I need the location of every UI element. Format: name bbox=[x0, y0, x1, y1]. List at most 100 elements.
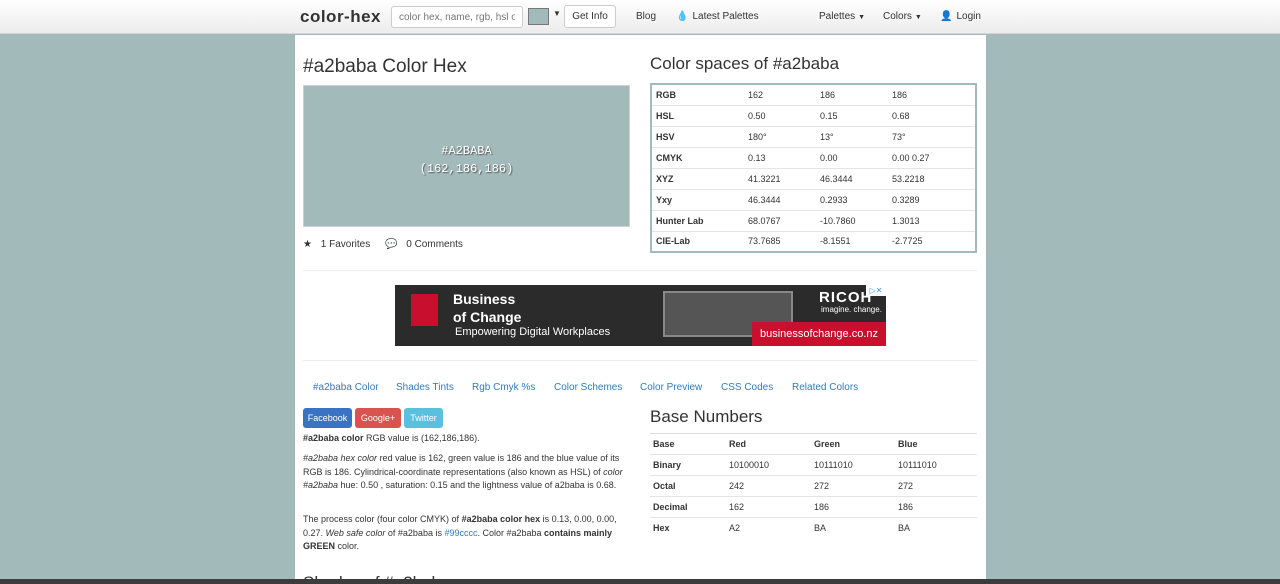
color-spaces-title: Color spaces of #a2baba bbox=[650, 54, 840, 73]
color-space-row: Hunter Lab 68.0767 -10.7860 1.3013 bbox=[651, 209, 976, 231]
col-header-red: Red bbox=[726, 433, 811, 455]
caret-down-icon: ▼ bbox=[858, 14, 866, 21]
color-space-row: RGB 162 186 186 bbox=[651, 84, 976, 105]
base-value-red: A2 bbox=[726, 517, 811, 539]
color-space-value: 73° bbox=[888, 125, 976, 147]
color-space-value: 0.15 bbox=[816, 104, 888, 126]
nav-blog[interactable]: Blog bbox=[636, 11, 656, 22]
base-value-blue: 10111010 bbox=[895, 454, 977, 476]
search-input[interactable] bbox=[391, 6, 523, 28]
swatch-rgb-label: (162,186,186) bbox=[419, 162, 514, 176]
color-space-value: 0.68 bbox=[888, 104, 976, 126]
base-number-row: Binary 10100010 10111010 10111010 bbox=[650, 454, 977, 476]
websafe-color-link[interactable]: #99cccc bbox=[444, 528, 477, 538]
tab-color[interactable]: #a2baba Color bbox=[313, 382, 379, 393]
color-space-value: 46.3444 bbox=[744, 188, 816, 210]
caret-down-icon: ▼ bbox=[914, 14, 922, 21]
color-space-value: 0.00 bbox=[816, 146, 888, 168]
nav-latest-label: Latest Palettes bbox=[692, 11, 759, 22]
nav-login-label: Login bbox=[956, 11, 981, 22]
color-space-value: 0.50 bbox=[744, 104, 816, 126]
desc-cmyk-text-5: color. bbox=[335, 541, 360, 551]
color-space-label: HSV bbox=[651, 125, 744, 147]
ad-headline-2: of Change bbox=[453, 309, 522, 325]
tab-shades-tints[interactable]: Shades Tints bbox=[396, 382, 454, 393]
desc-cmyk-text-3: of #a2baba is bbox=[385, 527, 445, 538]
divider bbox=[303, 270, 977, 271]
nav-palettes-label: Palettes bbox=[819, 11, 856, 22]
tab-rgb-cmyk[interactable]: Rgb Cmyk %s bbox=[472, 382, 535, 393]
navbar: color-hex ▼ Get Info Blog 💧Latest Palett… bbox=[0, 0, 1280, 34]
color-space-row: HSL 0.50 0.15 0.68 bbox=[651, 104, 976, 126]
base-label: Octal bbox=[650, 475, 726, 497]
color-space-row: XYZ 41.3221 46.3444 53.2218 bbox=[651, 167, 976, 189]
base-numbers-table: Base Red Green Blue Binary 10100010 101110… bbox=[650, 433, 977, 539]
color-space-value: 0.3289 bbox=[888, 188, 976, 210]
color-space-label: Yxy bbox=[651, 188, 744, 210]
chevron-down-icon[interactable]: ▼ bbox=[553, 9, 561, 18]
color-space-value: 162 bbox=[748, 89, 764, 100]
facebook-share-button[interactable]: Facebook bbox=[303, 408, 352, 428]
color-space-label: CIE-Lab bbox=[651, 230, 744, 252]
base-value-green: BA bbox=[811, 517, 895, 539]
star-icon: ★ bbox=[303, 239, 312, 250]
base-value-green: 10111010 bbox=[811, 454, 895, 476]
desc-color-bold: #a2baba color bbox=[303, 433, 364, 443]
swatch-hex-label: #A2BABA bbox=[441, 144, 492, 158]
color-swatch-preview: #A2BABA (162,186,186) bbox=[303, 85, 630, 227]
page-title: #a2baba Color Hex bbox=[303, 56, 467, 77]
color-space-value: 68.0767 bbox=[744, 209, 816, 231]
nav-colors-label: Colors bbox=[883, 11, 912, 22]
base-number-row: Hex A2 BA BA bbox=[650, 517, 977, 539]
favorites-comments: ★ 1 Favorites 💬 0 Comments bbox=[303, 239, 475, 250]
color-space-row: CMYK 0.13 0.00 0.00 0.27 bbox=[651, 146, 976, 168]
nav-palettes-dropdown[interactable]: Palettes ▼ bbox=[819, 11, 865, 22]
desc-cmyk-bold: #a2baba color hex bbox=[461, 514, 541, 524]
color-space-label: XYZ bbox=[651, 167, 744, 189]
twitter-share-button[interactable]: Twitter bbox=[404, 408, 443, 428]
get-info-button[interactable]: Get Info bbox=[564, 5, 616, 28]
desc-cmyk-text-4: . Color #a2baba bbox=[477, 527, 545, 538]
color-space-value: 0.13 bbox=[744, 146, 816, 168]
tab-color-schemes[interactable]: Color Schemes bbox=[554, 382, 622, 393]
color-space-value: -2.7725 bbox=[888, 230, 976, 252]
desc-rgb-text: RGB value is (162,186,186). bbox=[363, 433, 480, 443]
color-space-value: 186 bbox=[820, 89, 836, 100]
nav-latest-palettes[interactable]: 💧 Latest Palettes bbox=[676, 11, 759, 22]
ad-url[interactable]: businessofchange.co.nz bbox=[752, 322, 886, 346]
base-value-green: 272 bbox=[811, 475, 895, 497]
color-space-value: 1.3013 bbox=[888, 209, 976, 231]
brand-logo[interactable]: color-hex bbox=[300, 7, 381, 27]
tab-related-colors[interactable]: Related Colors bbox=[792, 382, 858, 393]
base-value-red: 162 bbox=[726, 496, 811, 518]
base-label: Hex bbox=[650, 517, 726, 539]
comments-count: 0 Comments bbox=[406, 239, 463, 250]
base-value-green: 186 bbox=[811, 496, 895, 518]
nav-colors-dropdown[interactable]: Colors ▼ bbox=[883, 11, 922, 22]
color-space-value: 46.3444 bbox=[816, 167, 888, 189]
ad-banner[interactable]: Business of Change Empowering Digital Wo… bbox=[395, 285, 886, 346]
color-space-row: CIE-Lab 73.7685 -8.1551 -2.7725 bbox=[651, 230, 976, 252]
color-space-value: 41.3221 bbox=[744, 167, 816, 189]
color-space-value: 186 bbox=[892, 89, 908, 100]
color-space-value: -8.1551 bbox=[816, 230, 888, 252]
tab-color-preview[interactable]: Color Preview bbox=[640, 382, 702, 393]
favorites-link[interactable]: ★ 1 Favorites bbox=[303, 239, 376, 250]
comments-link[interactable]: 💬 0 Comments bbox=[385, 239, 469, 250]
color-space-value: 53.2218 bbox=[888, 167, 976, 189]
color-space-value: 0.00 0.27 bbox=[888, 146, 976, 168]
ad-headline-1: Business bbox=[453, 291, 516, 307]
color-picker-swatch[interactable] bbox=[528, 8, 549, 25]
desc-hsl-text-2: hue: 0.50 , saturation: 0.15 and the lig… bbox=[338, 480, 617, 490]
divider bbox=[303, 360, 977, 361]
base-value-red: 242 bbox=[726, 475, 811, 497]
ad-choices-icon[interactable]: ▷✕ bbox=[866, 285, 886, 296]
nav-login[interactable]: 👤 Login bbox=[940, 11, 981, 22]
ad-logo-square bbox=[411, 294, 438, 326]
color-space-row: Yxy 46.3444 0.2933 0.3289 bbox=[651, 188, 976, 210]
color-space-label: Hunter Lab bbox=[651, 209, 744, 231]
tab-css-codes[interactable]: CSS Codes bbox=[721, 382, 773, 393]
color-space-value: 180° bbox=[744, 125, 816, 147]
color-space-label: HSL bbox=[651, 104, 744, 126]
google-share-button[interactable]: Google+ bbox=[355, 408, 401, 428]
